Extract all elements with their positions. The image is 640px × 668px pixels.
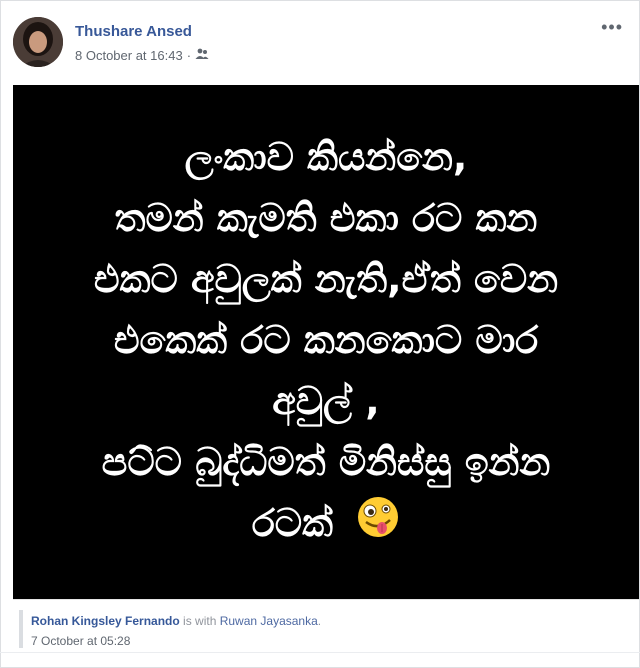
- divider: [0, 652, 640, 653]
- quote-bar: [19, 610, 23, 648]
- avatar[interactable]: [13, 17, 63, 67]
- shared-attribution: Rohan Kingsley Fernando is with Ruwan Ja…: [13, 599, 639, 650]
- image-text-line: එකෙක් රට කනකොට මාර: [113, 318, 539, 363]
- post-meta: 8 October at 16:43 ·: [75, 48, 209, 63]
- shared-line: Rohan Kingsley Fernando is with Ruwan Ja…: [31, 614, 321, 628]
- image-text-line: පට්ට බුද්ධිමත් මිනිස්සු ඉන්න: [101, 440, 551, 485]
- zany-face-emoji-icon: [356, 495, 400, 557]
- shared-timestamp[interactable]: 7 October at 05:28: [31, 634, 130, 648]
- with-text: is with: [179, 614, 220, 628]
- post-card: Thushare Ansed 8 October at 16:43 · ••• …: [0, 0, 640, 668]
- post-image[interactable]: ලංකාව කියන්නෙ, තමන් කැමති එකා රට කන එකට …: [13, 85, 639, 599]
- meta-separator: ·: [186, 48, 192, 63]
- friends-icon[interactable]: [195, 48, 209, 63]
- image-text-line: රටක්: [251, 501, 333, 546]
- shared-author-link[interactable]: Rohan Kingsley Fernando: [31, 614, 180, 628]
- image-text-line: තමන් කැමති එකා රට කන: [114, 196, 538, 241]
- more-options-button[interactable]: •••: [601, 18, 623, 36]
- image-text-last-line: රටක්: [252, 493, 400, 557]
- post-author-link[interactable]: Thushare Ansed: [75, 23, 192, 40]
- image-text-line: ලංකාව කියන්නෙ,: [184, 135, 468, 180]
- post-header: Thushare Ansed 8 October at 16:43 · •••: [13, 17, 629, 73]
- image-text-line: අවුල් ,: [272, 379, 380, 424]
- post-timestamp[interactable]: 8 October at 16:43: [75, 48, 183, 63]
- tagged-person-link[interactable]: Ruwan Jayasanka: [220, 614, 318, 628]
- end-text: .: [317, 614, 322, 628]
- image-text-line: එකට අවුලක් නැති,ඒත් වෙන: [93, 257, 559, 302]
